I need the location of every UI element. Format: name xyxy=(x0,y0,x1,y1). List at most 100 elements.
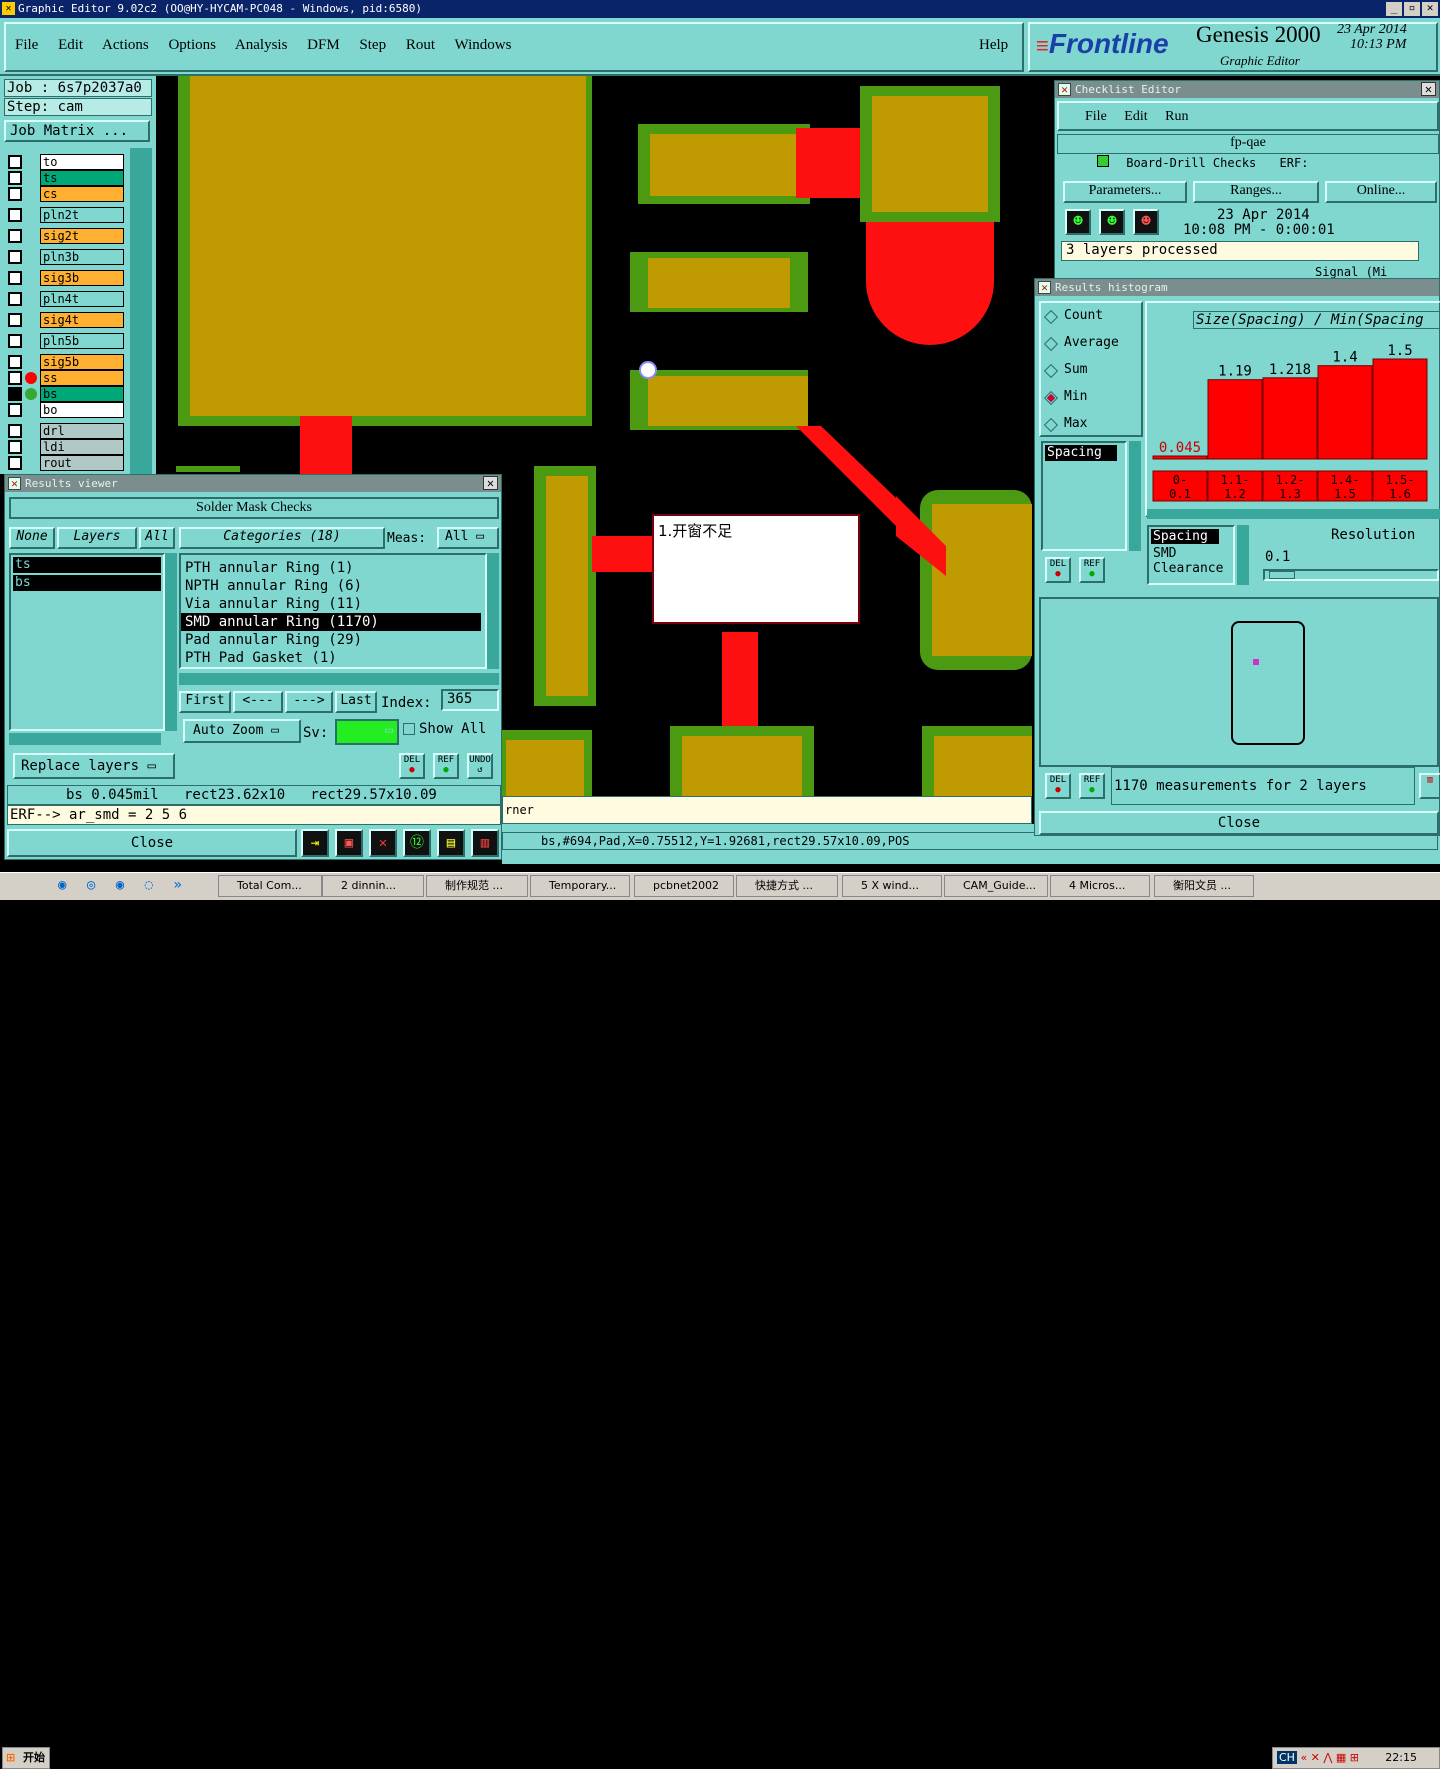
board-preview[interactable] xyxy=(1039,597,1439,767)
checklist-close-icon[interactable]: ✕ xyxy=(1421,82,1436,96)
undo-button[interactable]: UNDO ↺ xyxy=(467,753,493,779)
mode-min[interactable]: Min xyxy=(1046,389,1087,404)
ref-button[interactable]: REF ● xyxy=(433,753,459,779)
layer-row-sig3b[interactable]: sig3b xyxy=(8,270,124,286)
layer-checkbox[interactable] xyxy=(8,250,22,264)
categories-list[interactable]: PTH annular Ring (1) NPTH annular Ring (6… xyxy=(179,553,487,669)
minimize-button[interactable]: _ xyxy=(1386,2,1402,16)
menu-step[interactable]: Step xyxy=(359,37,386,53)
layer-checkbox[interactable] xyxy=(8,187,22,201)
online-button[interactable]: Online... xyxy=(1325,181,1437,203)
layer-checkbox[interactable] xyxy=(8,387,22,401)
cancel-icon[interactable]: ✕ xyxy=(369,829,397,857)
type-list-scrollbar[interactable] xyxy=(1237,525,1249,585)
run-icon-1[interactable]: ☻ xyxy=(1065,209,1091,235)
histogram-bar[interactable] xyxy=(1207,379,1263,460)
layer-row-sig4t[interactable]: sig4t xyxy=(8,312,124,328)
meas-dropdown[interactable]: All ▭ xyxy=(437,527,499,549)
layer-row-bs[interactable]: bs xyxy=(8,386,124,402)
category-item[interactable]: SMD annular Ring (1170) xyxy=(181,613,481,631)
layer-result-ts[interactable]: ts xyxy=(13,557,161,573)
menu-dfm[interactable]: DFM xyxy=(307,37,340,53)
show-all-checkbox[interactable] xyxy=(403,723,415,735)
taskbar-item[interactable]: 4 Micros... xyxy=(1050,875,1150,897)
histogram-close-button[interactable]: Close xyxy=(1039,811,1439,835)
category-item[interactable]: Pad annular Ring (29) xyxy=(181,631,485,649)
chart-icon[interactable]: ▥ xyxy=(1419,773,1440,799)
ime-indicator[interactable]: CH xyxy=(1277,1751,1297,1764)
layer-checkbox[interactable] xyxy=(8,271,22,285)
first-button[interactable]: First xyxy=(179,691,231,713)
menu-file[interactable]: File xyxy=(15,37,38,53)
layer-row-pln3b[interactable]: pln3b xyxy=(8,249,124,265)
quicklaunch-icons[interactable]: ◉ ◎ ◉ ◌ » xyxy=(58,877,188,893)
layer-checkbox[interactable] xyxy=(8,229,22,243)
del-button[interactable]: DEL ● xyxy=(399,753,425,779)
layer-checkbox[interactable] xyxy=(8,208,22,222)
maximize-button[interactable]: ▫ xyxy=(1404,2,1420,16)
histogram-bar[interactable] xyxy=(1262,377,1318,460)
histogram-ref-button[interactable]: REF ● xyxy=(1079,557,1105,583)
ranges-button[interactable]: Ranges... xyxy=(1193,181,1319,203)
layer-results-list[interactable]: ts bs xyxy=(9,553,165,731)
menu-windows[interactable]: Windows xyxy=(455,37,512,53)
type-spacing[interactable]: Spacing xyxy=(1151,529,1219,544)
layer-list-scrollbar[interactable] xyxy=(130,148,152,474)
histogram-bar[interactable] xyxy=(1317,365,1373,460)
histogram-icon[interactable]: ▥ xyxy=(471,829,499,857)
note-icon[interactable]: ▤ xyxy=(437,829,465,857)
menu-actions[interactable]: Actions xyxy=(102,37,149,53)
menu-help[interactable]: Help xyxy=(979,37,1008,54)
category-item[interactable]: Via annular Ring (11) xyxy=(181,595,485,613)
layer-row-bo[interactable]: bo xyxy=(8,402,124,418)
categories-scrollbar-v[interactable] xyxy=(487,553,499,669)
menu-options[interactable]: Options xyxy=(168,37,216,53)
checklist-row[interactable]: Board-Drill Checks ERF: xyxy=(1061,155,1421,171)
tray-icons[interactable]: « ✕ ⋀ ▦ ⊞ xyxy=(1300,1751,1359,1764)
taskbar-item[interactable]: 5 X wind... xyxy=(842,875,942,897)
layer-row-sig2t[interactable]: sig2t xyxy=(8,228,124,244)
layer-row-drl[interactable]: drl xyxy=(8,423,124,439)
layer-row-rout[interactable]: rout xyxy=(8,455,124,471)
run-icon-3[interactable]: ☻ xyxy=(1133,209,1159,235)
layer-checkbox[interactable] xyxy=(8,292,22,306)
preview-del-button[interactable]: DEL ● xyxy=(1045,773,1071,799)
histogram-bar[interactable] xyxy=(1152,455,1208,460)
layer-result-bs[interactable]: bs xyxy=(13,575,161,591)
open-icon[interactable]: ▣ xyxy=(335,829,363,857)
start-button[interactable]: ⊞ 开始 xyxy=(2,1747,50,1769)
layer-row-pln4t[interactable]: pln4t xyxy=(8,291,124,307)
checklist-menu-edit[interactable]: Edit xyxy=(1124,109,1147,124)
layers-tab-button[interactable]: Layers xyxy=(57,527,137,549)
number-icon[interactable]: ⑫ xyxy=(403,829,431,857)
layer-row-pln2t[interactable]: pln2t xyxy=(8,207,124,223)
taskbar-item[interactable]: 快捷方式 ... xyxy=(736,875,838,897)
type-smd[interactable]: SMD xyxy=(1149,546,1233,561)
checklist-menu-file[interactable]: File xyxy=(1085,109,1107,124)
taskbar-item[interactable]: 2 dinnin... xyxy=(322,875,424,897)
taskbar-item[interactable]: CAM_Guide... xyxy=(944,875,1048,897)
exit-icon[interactable]: ⇥ xyxy=(301,829,329,857)
parameters-button[interactable]: Parameters... xyxy=(1063,181,1187,203)
layer-list-scrollbar-v[interactable] xyxy=(165,553,177,731)
mode-max[interactable]: Max xyxy=(1046,416,1087,431)
layer-checkbox[interactable] xyxy=(8,403,22,417)
type-list[interactable]: Spacing SMD Clearance xyxy=(1147,525,1235,585)
histogram-list-spacing[interactable]: Spacing xyxy=(1045,445,1117,461)
layer-row-ss[interactable]: ss xyxy=(8,370,124,386)
index-input[interactable]: 365 xyxy=(441,689,499,711)
sv-color-picker[interactable]: ▭ xyxy=(335,719,399,745)
layer-row-ts[interactable]: ts xyxy=(8,170,124,186)
replace-layers-dropdown[interactable]: Replace layers ▭ xyxy=(13,753,175,779)
categories-scrollbar-h[interactable] xyxy=(179,673,499,685)
job-matrix-button[interactable]: Job Matrix ... xyxy=(4,120,150,142)
layer-checkbox[interactable] xyxy=(8,355,22,369)
layer-row-sig5b[interactable]: sig5b xyxy=(8,354,124,370)
layer-checkbox[interactable] xyxy=(8,155,22,169)
layer-row-ldi[interactable]: ldi xyxy=(8,439,124,455)
layer-checkbox[interactable] xyxy=(8,424,22,438)
results-viewer-close-icon[interactable]: ✕ xyxy=(483,476,498,490)
layer-checkbox[interactable] xyxy=(8,440,22,454)
layer-row-to[interactable]: to xyxy=(8,154,124,170)
layers-all-button[interactable]: All xyxy=(139,527,175,549)
